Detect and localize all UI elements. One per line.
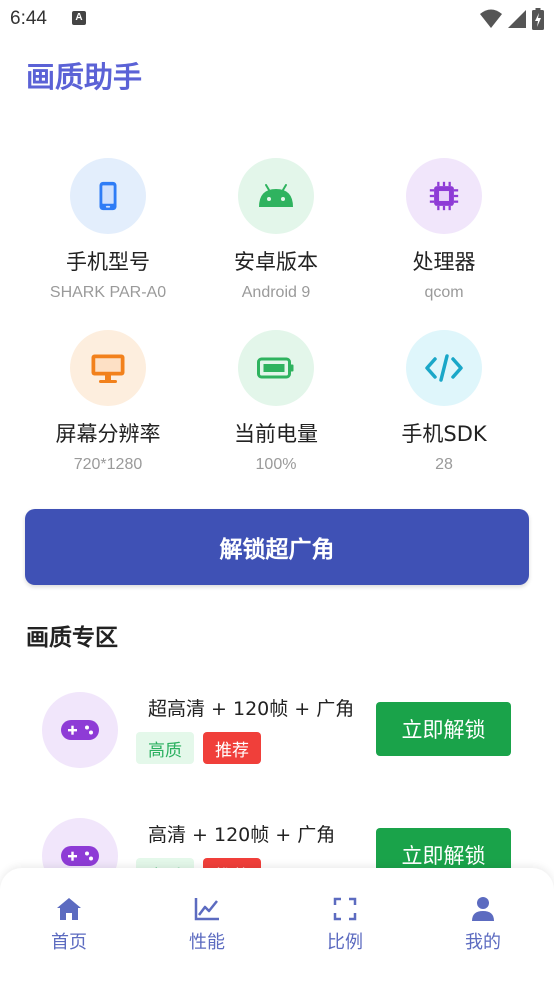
nav-label: 性能 xyxy=(189,932,225,953)
info-value: 28 xyxy=(435,456,453,473)
list-item: 超高清 + 120帧 + 广角 高质 推荐 立即解锁 xyxy=(0,672,554,784)
tag-quality: 高质 xyxy=(136,732,194,764)
user-icon xyxy=(414,894,552,924)
info-label: 手机SDK xyxy=(401,422,487,446)
status-bar: 6:44 A xyxy=(0,0,554,38)
gamepad-icon xyxy=(42,692,118,768)
info-cell-android-version: 安卓版本 Android 9 xyxy=(184,158,368,302)
info-cell-phone-model: 手机型号 SHARK PAR-A0 xyxy=(16,158,200,302)
wifi-icon xyxy=(480,9,502,28)
home-icon xyxy=(0,894,138,924)
monitor-icon xyxy=(70,330,146,406)
tag-recommended: 推荐 xyxy=(203,858,261,868)
info-value: 100% xyxy=(255,456,297,473)
notification-icon: A xyxy=(72,11,86,25)
signal-icon xyxy=(508,10,526,28)
code-icon xyxy=(406,330,482,406)
item-title: 超高清 + 120帧 + 广角 xyxy=(148,698,355,720)
info-value: SHARK PAR-A0 xyxy=(49,284,167,301)
info-value: qcom xyxy=(424,284,464,301)
status-icons xyxy=(480,8,544,30)
battery-status-icon xyxy=(532,8,544,30)
info-label: 屏幕分辨率 xyxy=(55,422,161,446)
nav-item-mine[interactable]: 我的 xyxy=(414,894,552,954)
info-label: 手机型号 xyxy=(66,250,150,274)
info-label: 当前电量 xyxy=(234,422,318,446)
battery-icon xyxy=(238,330,314,406)
section-title: 画质专区 xyxy=(26,625,118,651)
fullscreen-icon xyxy=(276,894,414,924)
info-value: Android 9 xyxy=(241,284,311,301)
gamepad-icon xyxy=(42,818,118,868)
list-item: 高清 + 120帧 + 广角 高质 推荐 立即解锁 xyxy=(0,798,554,868)
chip-icon xyxy=(406,158,482,234)
info-label: 安卓版本 xyxy=(234,250,318,274)
info-cell-battery: 当前电量 100% xyxy=(184,330,368,474)
bottom-nav: 首页 性能 比例 我的 xyxy=(0,868,554,984)
unlock-now-button[interactable]: 立即解锁 xyxy=(376,702,511,756)
app-title: 画质助手 xyxy=(26,60,143,94)
nav-label: 首页 xyxy=(51,932,87,953)
unlock-now-button[interactable]: 立即解锁 xyxy=(376,828,511,868)
item-tags: 高质 推荐 xyxy=(136,732,261,764)
nav-item-home[interactable]: 首页 xyxy=(0,894,138,954)
android-icon xyxy=(238,158,314,234)
unlock-wide-angle-button[interactable]: 解锁超广角 xyxy=(25,509,529,585)
nav-item-performance[interactable]: 性能 xyxy=(138,894,276,954)
info-cell-resolution: 屏幕分辨率 720*1280 xyxy=(16,330,200,474)
info-label: 处理器 xyxy=(412,250,476,274)
nav-label: 我的 xyxy=(465,932,501,953)
item-tags: 高质 推荐 xyxy=(136,858,261,868)
info-cell-processor: 处理器 qcom xyxy=(352,158,536,302)
tag-recommended: 推荐 xyxy=(203,732,261,764)
status-time: 6:44 xyxy=(10,8,47,29)
info-cell-sdk: 手机SDK 28 xyxy=(352,330,536,474)
tag-quality: 高质 xyxy=(136,858,194,868)
nav-label: 比例 xyxy=(327,932,363,953)
item-title: 高清 + 120帧 + 广角 xyxy=(148,824,336,846)
quality-list[interactable]: 超高清 + 120帧 + 广角 高质 推荐 立即解锁 高清 + 120帧 + 广… xyxy=(0,672,554,868)
phone-icon xyxy=(70,158,146,234)
chart-icon xyxy=(138,894,276,924)
info-value: 720*1280 xyxy=(73,456,143,473)
nav-item-ratio[interactable]: 比例 xyxy=(276,894,414,954)
